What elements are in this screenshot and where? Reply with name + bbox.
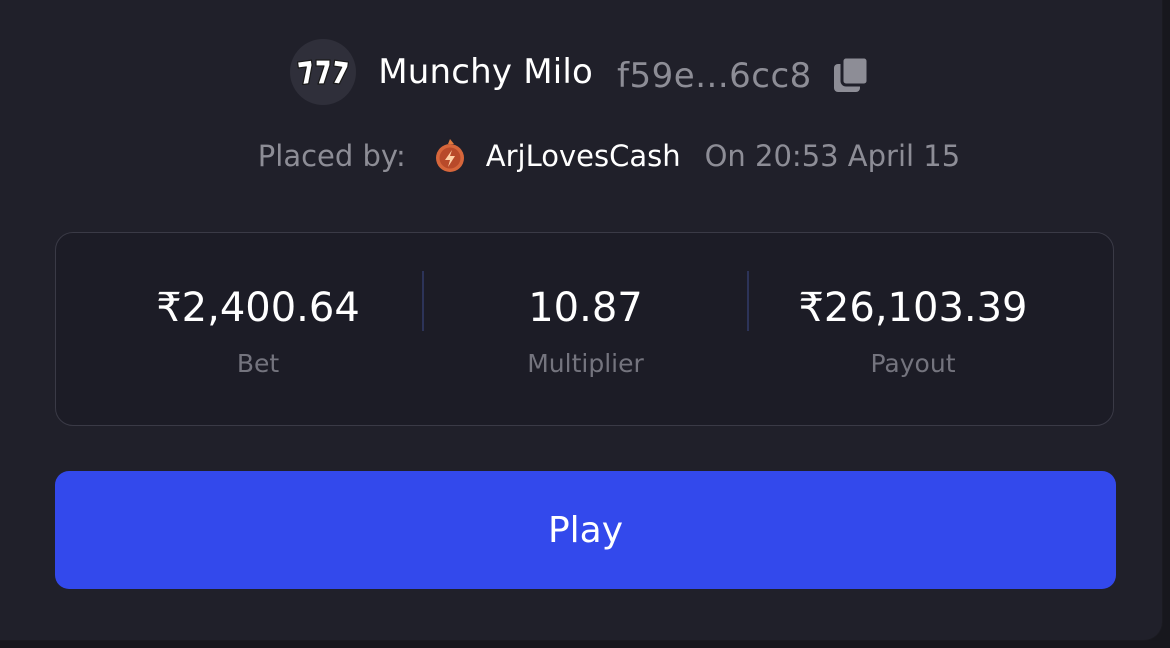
- copy-icon[interactable]: [830, 54, 872, 96]
- stat-multiplier: 10.87 Multiplier: [423, 233, 748, 427]
- game-name[interactable]: Munchy Milo: [378, 52, 593, 92]
- bet-timestamp: On 20:53 April 15: [704, 139, 961, 173]
- multiplier-label: Multiplier: [527, 349, 644, 378]
- play-button[interactable]: Play: [55, 471, 1116, 589]
- bet-details-panel: Munchy Milo f59e...6cc8 Placed by: ArjLo…: [0, 0, 1162, 640]
- stat-bet: ₹2,400.64 Bet: [56, 233, 460, 427]
- bet-hash: f59e...6cc8: [617, 56, 812, 96]
- username-link[interactable]: ArjLovesCash: [486, 139, 681, 173]
- bet-label: Bet: [236, 349, 280, 378]
- lightning-badge-icon: [432, 138, 468, 174]
- multiplier-value: 10.87: [528, 285, 643, 331]
- game-header: Munchy Milo f59e...6cc8: [0, 36, 1162, 108]
- bet-amount: ₹2,400.64: [156, 285, 360, 331]
- payout-label: Payout: [870, 349, 956, 378]
- bet-stats-box: ₹2,400.64 Bet 10.87 Multiplier ₹26,103.3…: [55, 232, 1114, 426]
- slot-777-icon: [290, 39, 357, 105]
- placed-by-label: Placed by:: [257, 139, 406, 173]
- stat-payout: ₹26,103.39 Payout: [748, 233, 1078, 427]
- placed-by-row: Placed by: ArjLovesCash On 20:53 April 1…: [0, 132, 1162, 180]
- payout-amount: ₹26,103.39: [798, 285, 1028, 331]
